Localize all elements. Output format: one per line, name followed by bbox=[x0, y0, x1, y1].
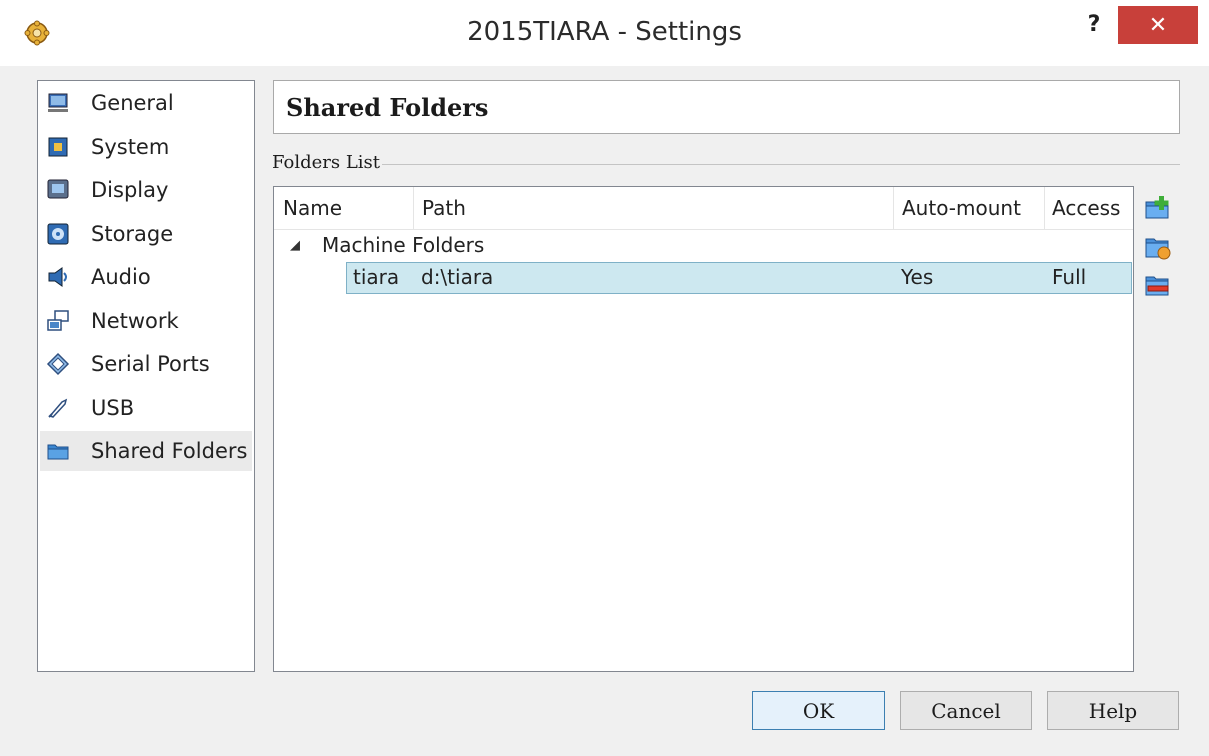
sidebar-item-audio[interactable]: Audio bbox=[40, 257, 252, 297]
chip-icon bbox=[46, 135, 70, 159]
sidebar-item-label: Network bbox=[91, 309, 179, 333]
add-folder-icon[interactable] bbox=[1144, 194, 1172, 222]
sidebar-item-label: Audio bbox=[91, 265, 151, 289]
folders-list-label: Folders List bbox=[272, 152, 381, 173]
tree-group-machine-folders[interactable]: ◢ Machine Folders bbox=[274, 229, 1133, 263]
column-header-path[interactable]: Path bbox=[422, 187, 466, 229]
remove-folder-icon[interactable] bbox=[1144, 271, 1172, 299]
sidebar-item-label: General bbox=[91, 91, 174, 115]
serial-port-icon bbox=[46, 352, 70, 376]
sidebar-item-label: Serial Ports bbox=[91, 352, 210, 376]
cell-name: tiara bbox=[353, 265, 400, 289]
column-header-name[interactable]: Name bbox=[283, 187, 342, 229]
network-icon bbox=[46, 309, 70, 333]
cell-auto-mount: Yes bbox=[901, 265, 934, 289]
settings-sidebar: General System Display Storage Audio Net… bbox=[37, 80, 255, 672]
speaker-icon bbox=[46, 265, 70, 289]
title-bar: 2015TIARA - Settings ? ✕ bbox=[0, 0, 1209, 66]
close-icon: ✕ bbox=[1148, 12, 1168, 38]
table-row[interactable]: tiara d:\tiara Yes Full bbox=[346, 262, 1132, 294]
group-label: Machine Folders bbox=[322, 233, 485, 257]
folder-icon bbox=[46, 439, 70, 463]
column-divider bbox=[1044, 187, 1045, 229]
sidebar-item-system[interactable]: System bbox=[40, 127, 252, 167]
page-header: Shared Folders bbox=[273, 80, 1180, 134]
display-icon bbox=[46, 178, 70, 202]
sidebar-item-general[interactable]: General bbox=[40, 83, 252, 123]
expand-triangle-icon[interactable]: ◢ bbox=[290, 238, 300, 253]
cell-path: d:\tiara bbox=[421, 265, 494, 289]
sidebar-item-shared-folders[interactable]: Shared Folders bbox=[40, 431, 252, 471]
sidebar-item-storage[interactable]: Storage bbox=[40, 214, 252, 254]
edit-folder-icon[interactable] bbox=[1144, 233, 1172, 261]
sidebar-item-label: Storage bbox=[91, 222, 174, 246]
storage-icon bbox=[46, 222, 70, 246]
column-header-access[interactable]: Access bbox=[1052, 187, 1120, 229]
sidebar-item-display[interactable]: Display bbox=[40, 170, 252, 210]
window-title: 2015TIARA - Settings bbox=[467, 17, 742, 47]
sidebar-item-serial-ports[interactable]: Serial Ports bbox=[40, 344, 252, 384]
cell-access: Full bbox=[1052, 265, 1087, 289]
help-title-button[interactable]: ? bbox=[1083, 12, 1105, 42]
column-divider bbox=[413, 187, 414, 229]
sidebar-item-label: USB bbox=[91, 396, 135, 420]
column-divider bbox=[893, 187, 894, 229]
column-header-auto-mount[interactable]: Auto-mount bbox=[902, 187, 1021, 229]
sidebar-item-usb[interactable]: USB bbox=[40, 388, 252, 428]
help-button[interactable]: Help bbox=[1047, 691, 1179, 730]
group-divider bbox=[382, 164, 1180, 165]
ok-button[interactable]: OK bbox=[752, 691, 885, 730]
close-button[interactable]: ✕ bbox=[1118, 6, 1198, 44]
folders-tree-table[interactable]: Name Path Auto-mount Access ◢ Machine Fo… bbox=[273, 186, 1134, 672]
page-title: Shared Folders bbox=[286, 93, 489, 122]
sidebar-item-label: System bbox=[91, 135, 170, 159]
cancel-button[interactable]: Cancel bbox=[900, 691, 1032, 730]
sidebar-item-network[interactable]: Network bbox=[40, 301, 252, 341]
table-header: Name Path Auto-mount Access bbox=[274, 187, 1133, 230]
monitor-icon bbox=[46, 91, 70, 115]
sidebar-item-label: Display bbox=[91, 178, 169, 202]
usb-icon bbox=[46, 396, 70, 420]
sidebar-item-label: Shared Folders bbox=[91, 439, 248, 463]
settings-window: 2015TIARA - Settings ? ✕ General System … bbox=[0, 0, 1209, 756]
